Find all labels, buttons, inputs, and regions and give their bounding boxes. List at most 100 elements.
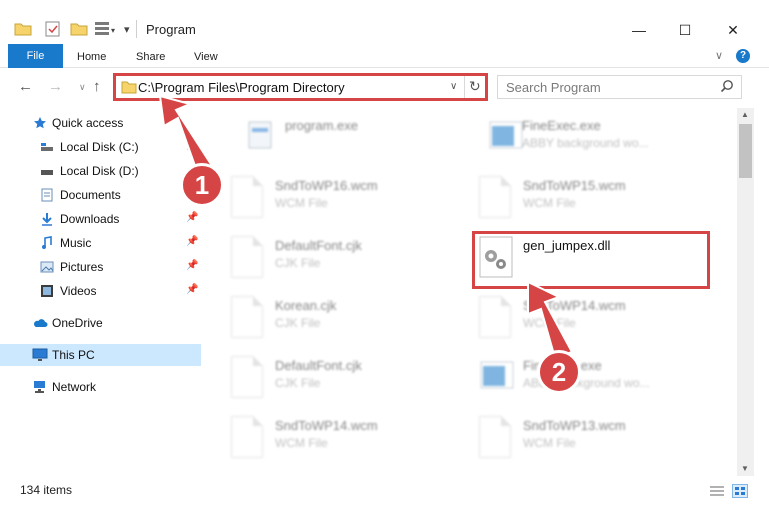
file-type: CJK File	[275, 316, 321, 330]
sidebar-item-label: Quick access	[52, 116, 124, 130]
scroll-up-icon[interactable]: ▲	[741, 110, 749, 119]
tab-view[interactable]: View	[194, 46, 218, 68]
step-badge-1: 1	[180, 163, 224, 207]
music-icon	[40, 236, 54, 250]
doc-icon	[231, 296, 267, 340]
file-item[interactable]: FineExec.exe ABBY background wo...	[467, 352, 707, 408]
sidebar-item-downloads[interactable]: Downloads 📌	[0, 208, 201, 230]
recent-locations-button[interactable]: ∨	[79, 82, 86, 93]
properties-check-icon[interactable]	[44, 20, 62, 40]
view-options-icon[interactable]	[94, 20, 110, 40]
sidebar-item-quick-access[interactable]: Quick access	[0, 112, 201, 134]
sidebar-item-local-disk-d[interactable]: Local Disk (D:)	[0, 160, 201, 182]
title-bar: ▾ ▾ Program — ☐ ✕	[0, 0, 769, 44]
window-title: Program	[146, 22, 196, 37]
navigation-bar: ← → ∨ ↑ C:\Program Files\Program Directo…	[0, 68, 769, 104]
app-icon	[488, 116, 524, 160]
doc-icon	[231, 236, 267, 280]
tab-file[interactable]: File	[8, 44, 63, 68]
tab-home[interactable]: Home	[77, 46, 106, 68]
folder-icon	[121, 80, 137, 97]
file-item[interactable]: FineExec.exe ABBY background wo...	[476, 112, 716, 168]
file-name: SndToWP13.wcm	[523, 418, 626, 433]
status-bar: 134 items	[0, 476, 769, 510]
cloud-icon	[32, 316, 48, 330]
sidebar-item-label: Network	[52, 380, 97, 394]
address-path[interactable]: C:\Program Files\Program Directory	[138, 80, 345, 95]
forward-button[interactable]: →	[48, 78, 63, 95]
folder-icon[interactable]	[14, 20, 32, 40]
file-type: WCM File	[523, 436, 576, 450]
refresh-icon[interactable]: ↻	[469, 78, 481, 95]
search-box[interactable]	[497, 75, 742, 99]
file-name: SndToWP15.wcm	[523, 178, 626, 193]
file-type: WCM File	[275, 436, 328, 450]
pictures-icon	[40, 260, 54, 274]
sidebar-item-label: Pictures	[60, 260, 104, 274]
doc-icon	[479, 296, 515, 340]
sidebar-item-network[interactable]: Network	[0, 376, 201, 398]
file-item[interactable]: SndToWP14.wcm WCM File	[219, 412, 459, 468]
file-name: SndToWP14.wcm	[275, 418, 378, 433]
close-button[interactable]: ✕	[710, 16, 756, 44]
dropdown-arrow-icon[interactable]: ▾	[111, 26, 115, 46]
minimize-button[interactable]: —	[616, 16, 662, 44]
scrollbar-thumb[interactable]	[739, 124, 752, 178]
file-type: WCM File	[275, 196, 328, 210]
large-icons-view-icon[interactable]	[732, 484, 748, 498]
pin-icon: 📌	[186, 260, 199, 271]
ribbon-tabs: File Home Share View ∨ ?	[0, 44, 769, 68]
file-item[interactable]: DefaultFont.cjk CJK File	[219, 232, 459, 288]
maximize-button[interactable]: ☐	[662, 16, 708, 44]
file-item[interactable]: program.exe	[231, 112, 471, 168]
search-icon[interactable]	[720, 79, 734, 96]
file-item[interactable]: SndToWP14.wcm WCM File	[467, 292, 707, 348]
address-history-icon[interactable]: ∨	[450, 81, 457, 92]
computer-icon	[32, 348, 48, 362]
sidebar-item-music[interactable]: Music 📌	[0, 232, 201, 254]
item-count: 134 items	[20, 483, 73, 497]
pin-icon: 📌	[186, 140, 199, 151]
sidebar-item-documents[interactable]: Documents 📌	[0, 184, 201, 206]
address-bar[interactable]: C:\Program Files\Program Directory ∨ ↻	[113, 73, 488, 101]
scroll-down-icon[interactable]: ▼	[741, 464, 749, 473]
up-button[interactable]: ↑	[93, 78, 101, 95]
help-icon[interactable]: ?	[736, 49, 750, 63]
doc-icon	[231, 416, 267, 460]
step-badge-2: 2	[537, 350, 581, 394]
file-item[interactable]: DefaultFont.cjk CJK File	[219, 352, 459, 408]
file-type: WCM File	[523, 316, 576, 330]
documents-icon	[40, 188, 54, 202]
pin-icon: 📌	[186, 212, 199, 223]
file-name: FineExec.exe	[522, 118, 601, 133]
pin-icon: 📌	[186, 284, 199, 295]
back-button[interactable]: ←	[18, 78, 33, 95]
sidebar-item-videos[interactable]: Videos 📌	[0, 280, 201, 302]
search-input[interactable]	[506, 80, 706, 95]
file-item[interactable]: SndToWP13.wcm WCM File	[467, 412, 707, 468]
file-type: CJK File	[275, 256, 321, 270]
videos-icon	[40, 284, 54, 298]
file-name: SndToWP14.wcm	[523, 298, 626, 313]
sidebar-item-this-pc[interactable]: This PC	[0, 344, 201, 366]
expand-ribbon-icon[interactable]: ∨	[715, 49, 723, 62]
file-item[interactable]: SndToWP16.wcm WCM File	[219, 172, 459, 228]
sidebar-item-pictures[interactable]: Pictures 📌	[0, 256, 201, 278]
file-item[interactable]: SndToWP15.wcm WCM File	[467, 172, 707, 228]
new-folder-icon[interactable]	[70, 20, 88, 40]
doc-icon	[479, 176, 515, 220]
sidebar-item-onedrive[interactable]: OneDrive	[0, 312, 201, 334]
file-type: ABBY background wo...	[522, 136, 649, 150]
file-type: CJK File	[275, 376, 321, 390]
customize-toolbar-icon[interactable]: ▾	[124, 23, 130, 43]
sidebar-item-label: Local Disk (D:)	[60, 164, 139, 178]
file-item[interactable]: Korean.cjk CJK File	[219, 292, 459, 348]
sidebar-item-local-disk-c[interactable]: Local Disk (C:) 📌	[0, 136, 201, 158]
divider	[464, 76, 465, 98]
vertical-scrollbar[interactable]: ▲ ▼	[737, 108, 754, 476]
navigation-pane: Quick access Local Disk (C:) 📌 Local Dis…	[0, 108, 201, 476]
tab-share[interactable]: Share	[136, 46, 165, 68]
network-icon	[32, 380, 46, 394]
details-view-icon[interactable]	[709, 484, 725, 498]
star-icon	[33, 116, 47, 130]
